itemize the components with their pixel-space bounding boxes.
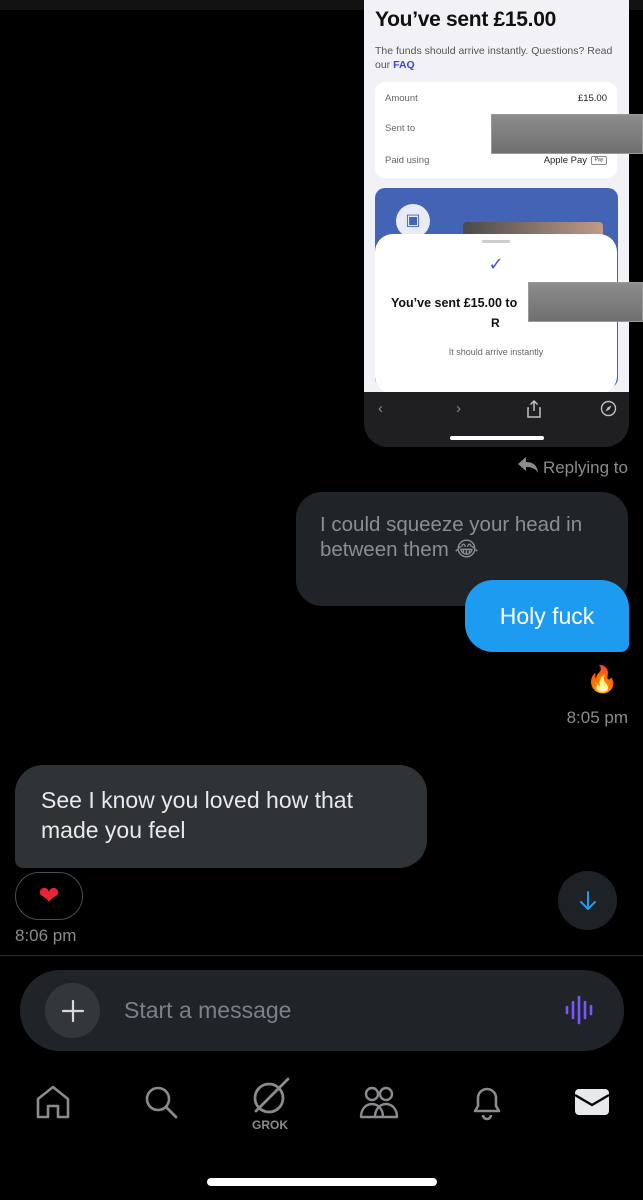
composer-divider (0, 955, 643, 956)
received-timestamp: 8:06 pm (15, 926, 77, 945)
search-tab[interactable] (139, 1080, 183, 1124)
screenshot-browser-toolbar: ‹ › (364, 392, 629, 447)
compass-icon (600, 400, 617, 421)
message-composer (20, 970, 624, 1051)
redaction-block (491, 114, 643, 154)
voice-message-button[interactable] (560, 992, 600, 1028)
sheet-recipient-initial: R (491, 316, 500, 330)
messages-icon (574, 1089, 610, 1115)
message-input[interactable] (124, 992, 544, 1028)
grok-icon (253, 1077, 290, 1114)
screenshot-subtitle: The funds should arrive instantly. Quest… (375, 44, 615, 72)
screenshot-row-amount: Amount £15.00 (385, 93, 607, 104)
heart-reaction[interactable]: ❤ (15, 872, 83, 920)
notifications-icon (473, 1087, 501, 1121)
scroll-to-bottom-button[interactable] (558, 871, 617, 930)
row-value: Apple Pay Pay (544, 155, 607, 166)
screenshot-title: You’ve sent £15.00 (375, 8, 556, 31)
home-icon (36, 1085, 70, 1119)
replying-to-label: Replying to (517, 456, 628, 479)
redaction-block (528, 282, 643, 322)
row-value-text: Apple Pay (543, 155, 587, 166)
check-icon: ✓ (488, 254, 504, 274)
row-label: Paid using (385, 155, 430, 166)
messages-tab[interactable] (570, 1080, 614, 1124)
replying-to-text: Replying to (542, 457, 628, 477)
sent-message-bubble[interactable]: Holy fuck (465, 580, 629, 652)
home-tab[interactable] (31, 1080, 75, 1124)
grok-tab[interactable] (248, 1074, 292, 1118)
row-label: Sent to (385, 123, 416, 134)
shared-screenshot[interactable]: You’ve sent £15.00 The funds should arri… (364, 0, 629, 447)
screenshot-faq-link: FAQ (393, 59, 415, 71)
fire-reaction[interactable]: 🔥 (586, 664, 618, 695)
back-arrow-icon: ‹ (378, 400, 383, 417)
sheet-title: You’ve sent £15.00 to (391, 296, 518, 310)
search-icon (145, 1086, 178, 1119)
row-value: £15.00 (577, 93, 607, 104)
screenshot-home-indicator (450, 436, 544, 440)
communities-tab[interactable] (357, 1080, 401, 1124)
gift-icon: ▣ (396, 204, 430, 238)
share-icon (526, 399, 542, 422)
screenshot-row-paid-using: Paid using Apple Pay Pay (385, 155, 607, 166)
bottom-navigation: GROK (0, 1070, 643, 1140)
add-attachment-button[interactable] (45, 983, 100, 1038)
apple-pay-badge: Pay (591, 155, 607, 165)
arrow-down-icon (579, 890, 596, 910)
sheet-subtitle: It should arrive instantly (448, 347, 544, 357)
sent-timestamp: 8:05 pm (566, 708, 628, 727)
plus-icon (61, 999, 84, 1022)
notifications-tab[interactable] (465, 1080, 509, 1124)
home-indicator (207, 1178, 437, 1186)
reply-icon (517, 456, 539, 479)
screenshot-page: You’ve sent £15.00 The funds should arri… (364, 0, 629, 394)
grok-label: GROK (252, 1118, 288, 1132)
sheet-handle (482, 240, 510, 243)
communities-icon (359, 1086, 399, 1119)
received-message-bubble[interactable]: See I know you loved how that made you f… (15, 765, 427, 868)
waveform-icon (565, 995, 593, 1025)
row-label: Amount (385, 93, 418, 104)
forward-arrow-icon: › (456, 400, 461, 417)
